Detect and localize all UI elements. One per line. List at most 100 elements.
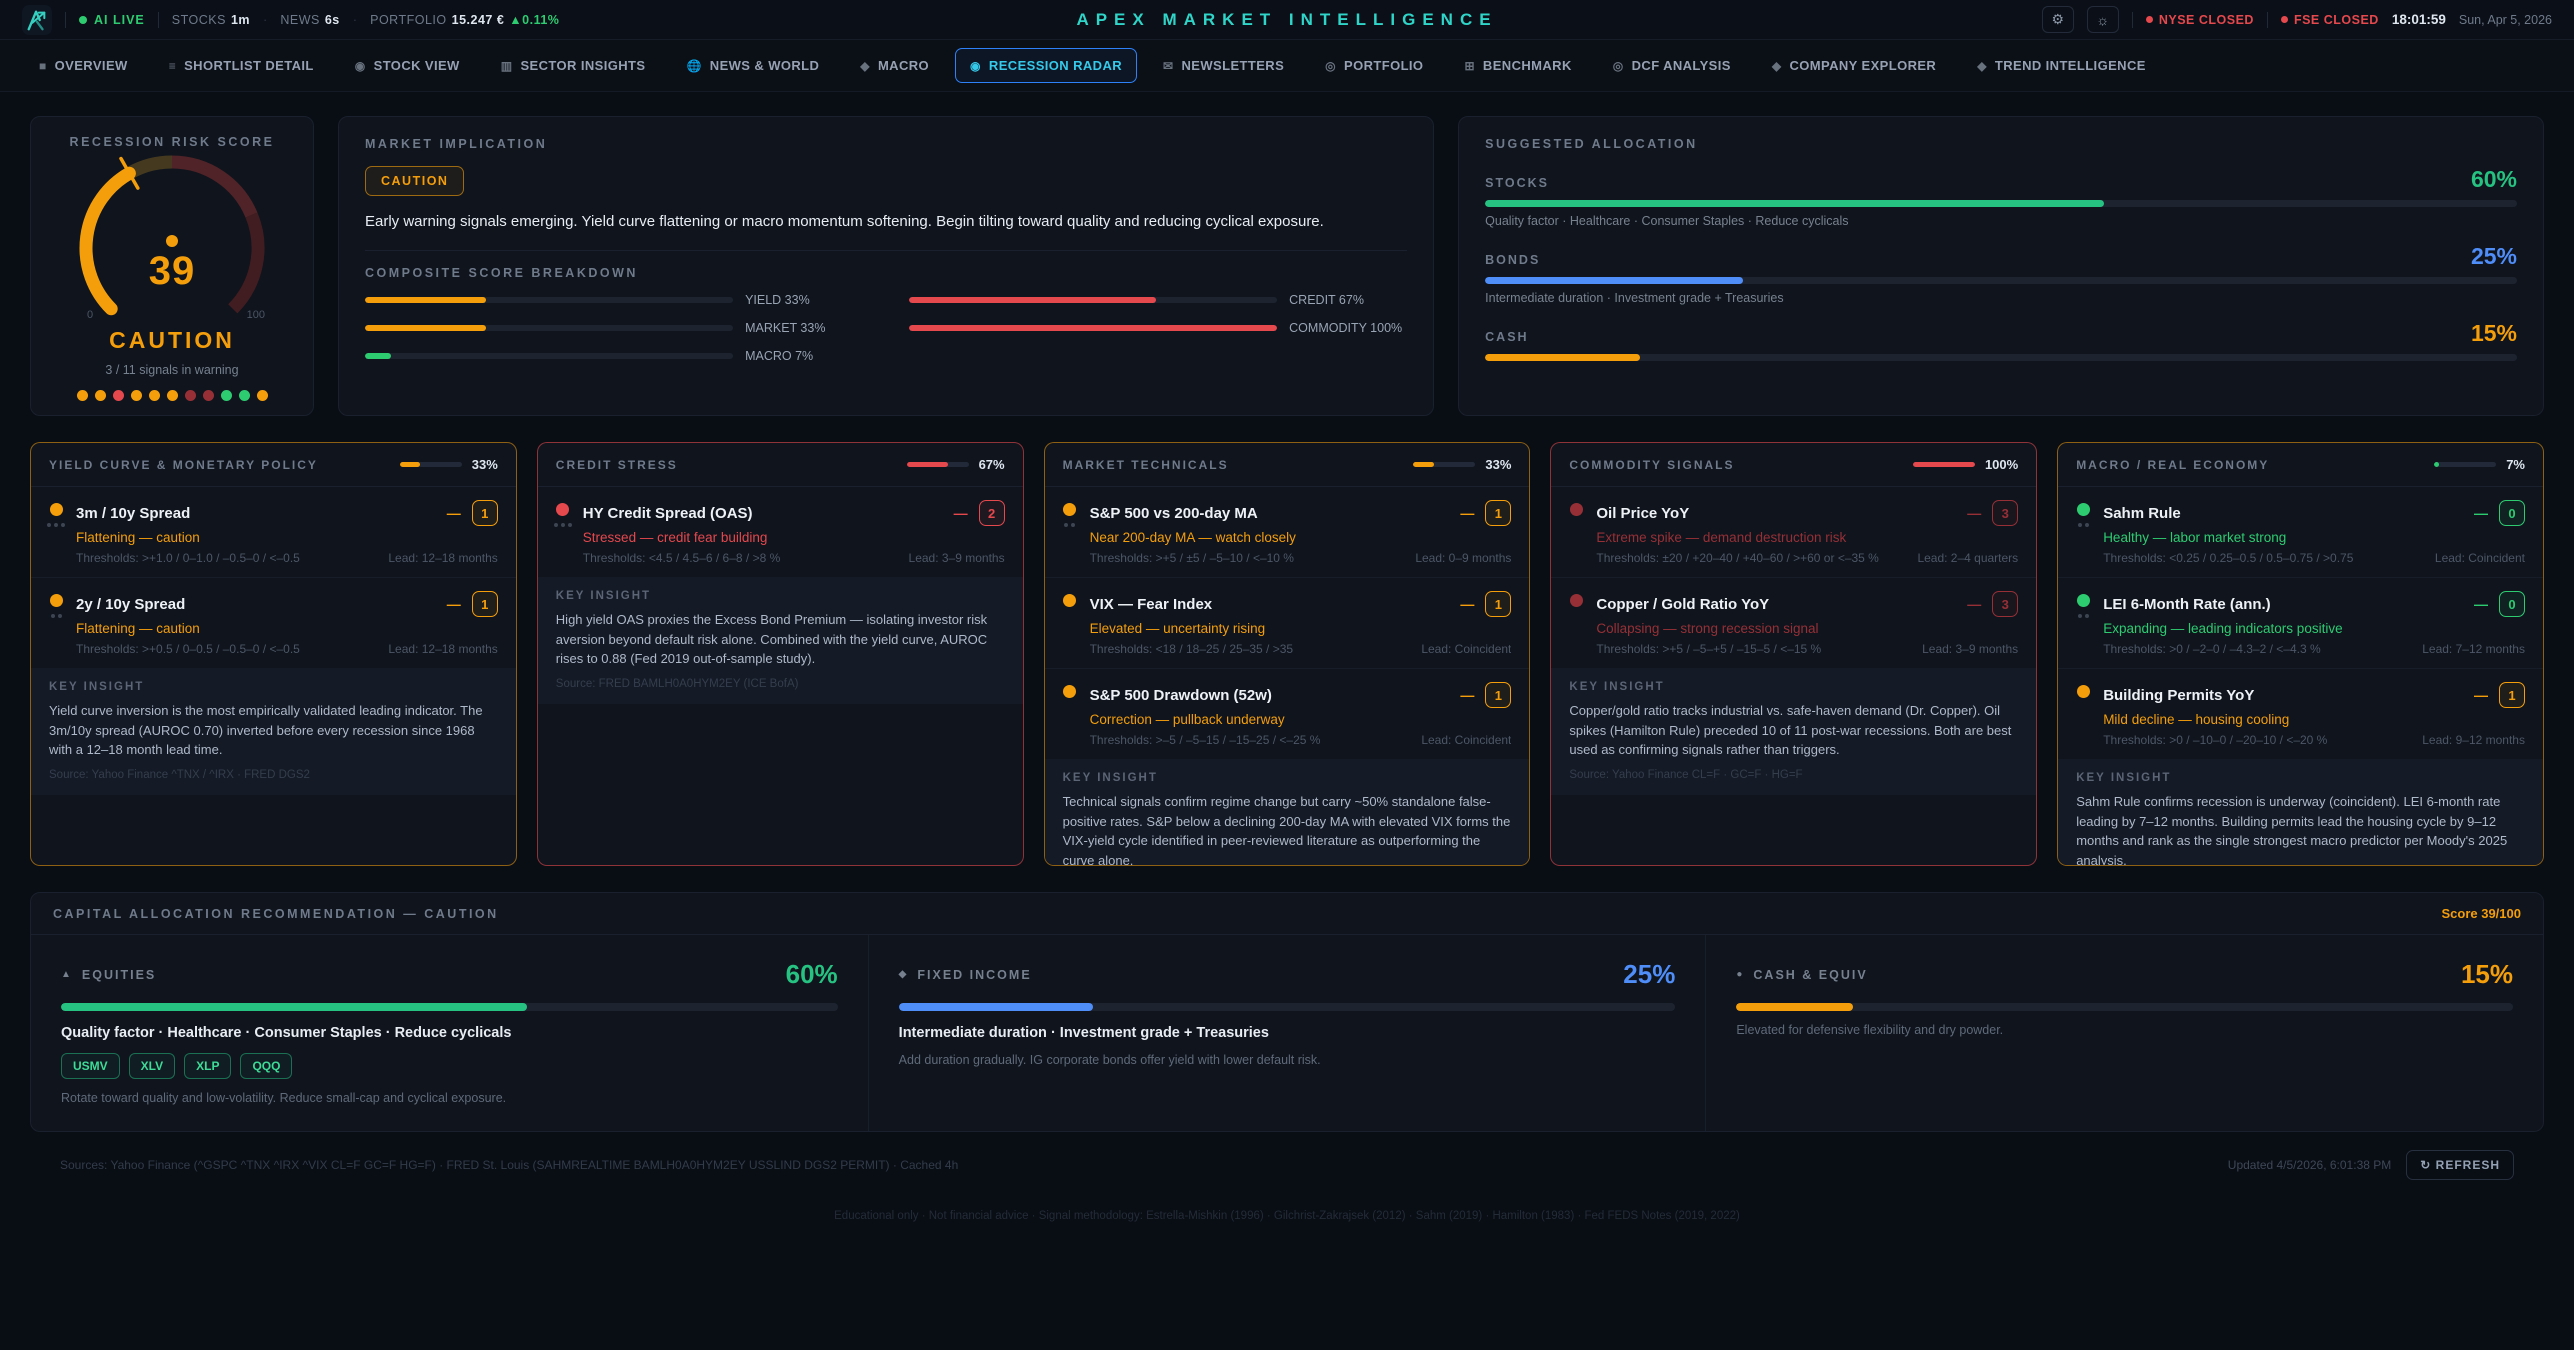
signals-warning-count: 3 / 11 signals in warning [105,363,238,377]
breakdown-bar-track [365,297,733,303]
card-score-percent: 100% [1985,457,2018,472]
recommendation-desc: Intermediate duration · Investment grade… [899,1025,1676,1041]
equities-icon: ▲ [61,969,73,980]
card-header: COMMODITY SIGNALS100% [1551,443,2036,487]
tab-company-explorer[interactable]: ◆COMPANY EXPLORER [1757,48,1951,83]
tab-shortlist-detail[interactable]: ≡SHORTLIST DETAIL [154,48,329,83]
tab-label: SHORTLIST DETAIL [184,58,314,73]
allocation-note [1485,368,2517,378]
tab-sector-insights[interactable]: ▥SECTOR INSIGHTS [486,48,661,83]
signal-dot-column [1063,500,1077,565]
signal-dot-column [1063,682,1077,747]
signal-top-row: S&P 500 vs 200-day MA—1 [1090,500,1512,526]
allocation-label: CASH [1485,330,1528,344]
breakdown-label: CREDIT 67% [1289,293,1407,307]
trend-dot-icon [554,523,558,527]
trend-dot-icon [2085,614,2089,618]
recommendation-bar-fill [899,1003,1093,1011]
trend-dot-icon [1071,523,1075,527]
signal-status-text: Extreme spike — demand destruction risk [1596,530,2018,545]
live-dot-icon [79,16,87,24]
dot-separator: · [353,12,357,27]
allocation-bar-fill [1485,200,2104,207]
allocation-note: Intermediate duration · Investment grade… [1485,291,2517,305]
tab-news-world[interactable]: 🌐NEWS & WORLD [671,48,834,83]
signal-top-row: VIX — Fear Index—1 [1090,591,1512,617]
key-insight-title: KEY INSIGHT [556,590,1005,602]
tab-newsletters[interactable]: ✉NEWSLETTERS [1148,48,1299,83]
clock: 18:01:59 [2392,12,2446,27]
tab-trend-intelligence[interactable]: ◆TREND INTELLIGENCE [1962,48,2161,83]
signal-status-dot-icon [1570,503,1583,516]
signal-status-text: Expanding — leading indicators positive [2103,621,2525,636]
key-insight-title: KEY INSIGHT [49,681,498,693]
signal-lead-time: Lead: Coincident [1421,642,1511,656]
recommendation-col-equities: ▲EQUITIES60%Quality factor · Healthcare … [31,935,868,1131]
signal-status-text: Elevated — uncertainty rising [1090,621,1512,636]
signal-name: 2y / 10y Spread [76,596,447,613]
ticker-chip-qqq[interactable]: QQQ [240,1053,292,1079]
card-score-percent: 33% [472,457,498,472]
tab-label: PORTFOLIO [1344,58,1423,73]
signal-top-row: Copper / Gold Ratio YoY—3 [1596,591,2018,617]
ticker-chip-xlp[interactable]: XLP [184,1053,231,1079]
allocation-percent: 60% [2471,166,2517,193]
panel-title: MARKET IMPLICATION [365,137,1407,151]
tab-overview[interactable]: ■OVERVIEW [24,48,143,83]
signal-row-3m-10y-spread: 3m / 10y Spread—1Flattening — cautionThr… [31,487,516,577]
footer: Sources: Yahoo Finance (^GSPC ^TNX ^IRX … [30,1132,2544,1180]
signal-main: HY Credit Spread (OAS)—2Stressed — credi… [583,500,1005,565]
signal-meta: Thresholds: <18 / 18–25 / 25–35 / >35Lea… [1090,642,1512,656]
card-commodity-signals: COMMODITY SIGNALS100%Oil Price YoY—3Extr… [1550,442,2037,866]
signal-status-dot-icon [1063,594,1076,607]
ticker-chips: USMV XLV XLP QQQ [61,1053,838,1079]
signal-dot-column [2076,591,2090,656]
breakdown-item-credit: CREDIT 67% [909,293,1407,307]
card-score-track [400,462,462,467]
signal-status-dot-icon [2077,594,2090,607]
current-date: Sun, Apr 5, 2026 [2459,13,2552,27]
settings-button[interactable]: ⚙ [2042,6,2074,33]
key-insight-title: KEY INSIGHT [1063,772,1512,784]
key-insight-title: KEY INSIGHT [1569,681,2018,693]
signal-meta: Thresholds: >0 / –2–0 / –4.3–2 / <–4.3 %… [2103,642,2525,656]
tab-benchmark[interactable]: ⊞BENCHMARK [1449,48,1586,83]
recommendation-bar-fill [1736,1003,1853,1011]
risk-status-label: CAUTION [109,327,235,354]
key-insight-source: Source: FRED BAMLH0A0HYM2EY (ICE BofA) [556,678,1005,690]
tab-recession-radar[interactable]: ◉RECESSION RADAR [955,48,1137,83]
signal-score-badge: 1 [1485,682,1511,708]
recommendation-percent: 25% [1623,959,1675,990]
tab-portfolio[interactable]: ◎PORTFOLIO [1310,48,1438,83]
signal-lead-time: Lead: Coincident [2435,551,2525,565]
card-header: CREDIT STRESS67% [538,443,1023,487]
status-dot-icon [2281,16,2288,23]
theme-toggle-button[interactable]: ☼ [2087,6,2119,33]
signal-status-dot-icon [1063,685,1076,698]
signal-dot-column [1569,500,1583,565]
tab-dcf-analysis[interactable]: ◎DCF ANALYSIS [1598,48,1746,83]
ai-live-status: AI LIVE [79,13,145,27]
recommendation-columns: ▲EQUITIES60%Quality factor · Healthcare … [31,935,2543,1131]
signal-dot-column [1569,591,1583,656]
signal-main: Building Permits YoY—1Mild decline — hou… [2103,682,2525,747]
signal-lead-time: Lead: 7–12 months [2422,642,2525,656]
signal-score-badge: 1 [472,500,498,526]
recommendation-percent: 15% [2461,959,2513,990]
allocation-row-stocks: STOCKS60%Quality factor · Healthcare · C… [1485,166,2517,228]
tab-stock-view[interactable]: ◉STOCK VIEW [340,48,475,83]
news-world-icon: 🌐 [686,59,701,73]
card-score-fill [1913,462,1975,467]
tab-label: STOCK VIEW [374,58,460,73]
refresh-button[interactable]: ↻ REFRESH [2406,1150,2514,1180]
signal-main: S&P 500 Drawdown (52w)—1Correction — pul… [1090,682,1512,747]
tab-label: SECTOR INSIGHTS [520,58,645,73]
signal-dot-icon [77,390,88,401]
tab-macro[interactable]: ◆MACRO [845,48,944,83]
card-score-fill [400,462,420,467]
signal-thresholds: Thresholds: <0.25 / 0.25–0.5 / 0.5–0.75 … [2103,551,2353,565]
ticker-chip-xlv[interactable]: XLV [129,1053,175,1079]
ticker-chip-usmv[interactable]: USMV [61,1053,120,1079]
trend-dot-icon [561,523,565,527]
tab-label: RECESSION RADAR [989,58,1122,73]
